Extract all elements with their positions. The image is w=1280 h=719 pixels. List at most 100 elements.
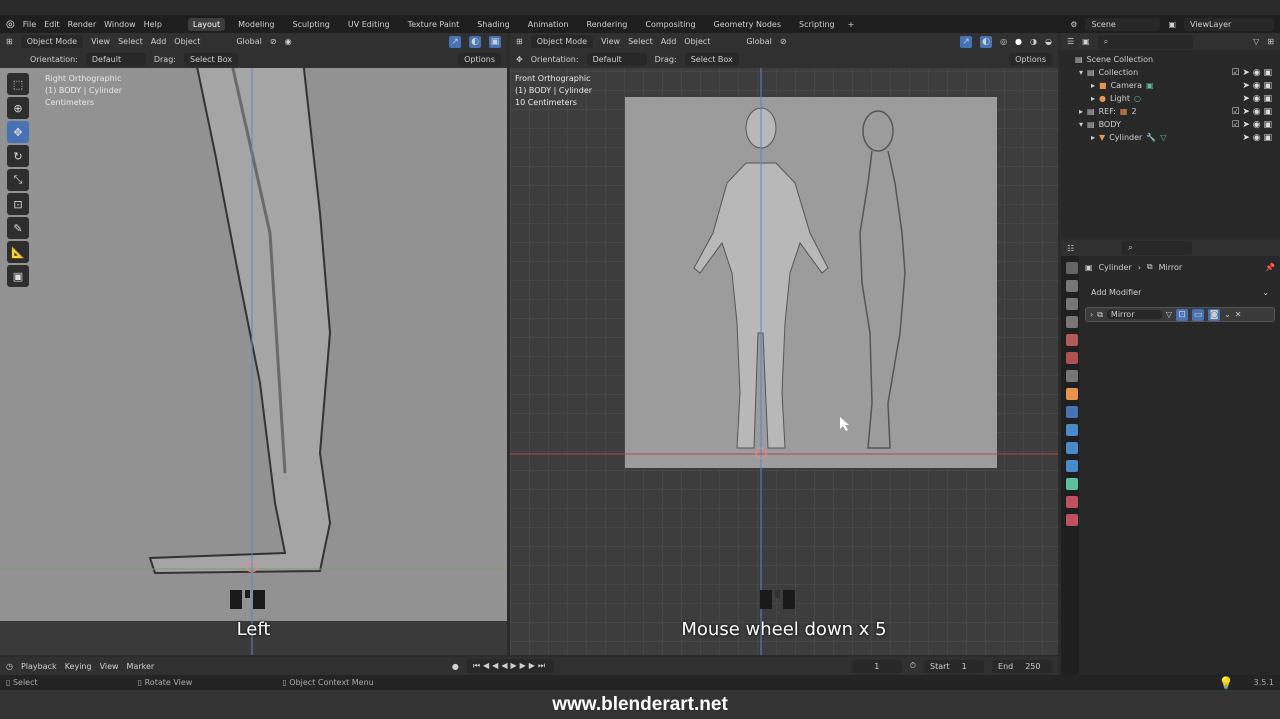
stopwatch-icon[interactable]: ⏱ <box>910 661 916 671</box>
record-icon[interactable]: ● <box>452 662 459 671</box>
visibility-controls[interactable]: ☑ ➤ ◉ ▣ <box>1231 107 1272 117</box>
scale-tool-icon[interactable]: ⤡ <box>7 169 29 191</box>
blender-logo-icon[interactable]: ◎ <box>6 19 15 30</box>
marker-menu[interactable]: Marker <box>127 662 155 671</box>
expand-chevron-icon[interactable]: › <box>1090 310 1093 319</box>
mesh-data-icon[interactable]: ▽ <box>1160 133 1166 142</box>
object-tab-icon[interactable] <box>1066 388 1078 400</box>
material-shading-icon[interactable]: ◑ <box>1030 37 1037 46</box>
tab-rendering[interactable]: Rendering <box>582 18 633 31</box>
select-box-tool-icon[interactable]: ⬚ <box>7 73 29 95</box>
editor-type-icon[interactable]: ◷ <box>6 662 13 671</box>
view-layer-tab-icon[interactable] <box>1066 316 1078 328</box>
display-mode-icon[interactable]: ☰ <box>1067 37 1074 46</box>
menu-render[interactable]: Render <box>68 20 96 29</box>
start-frame-input[interactable]: Start 1 <box>924 659 985 673</box>
menu-object[interactable]: Object <box>174 37 200 46</box>
world-tab-icon[interactable] <box>1066 352 1078 364</box>
menu-select[interactable]: Select <box>628 37 653 46</box>
tab-shading[interactable]: Shading <box>472 18 515 31</box>
visibility-controls[interactable]: ☑ ➤ ◉ ▣ <box>1231 68 1272 78</box>
current-frame-input[interactable]: 1 <box>851 659 902 673</box>
editor-type-icon[interactable]: ⊞ <box>6 37 13 46</box>
options-dropdown[interactable]: Options <box>458 52 501 66</box>
constraints-tab-icon[interactable] <box>1066 460 1078 472</box>
menu-view[interactable]: View <box>91 37 110 46</box>
visibility-controls[interactable]: ➤ ◉ ▣ <box>1242 81 1272 91</box>
tab-uv-editing[interactable]: UV Editing <box>343 18 395 31</box>
overlay-toggle-icon[interactable]: ◐ <box>980 35 993 48</box>
properties-search-input[interactable]: ⌕ <box>1122 241 1193 255</box>
right-viewport[interactable]: ⊞ Object Mode View Select Add Object Glo… <box>510 33 1058 655</box>
outliner-item-camera[interactable]: ▸ ■ Camera ▣ ➤ ◉ ▣ <box>1075 79 1280 92</box>
move-view-icon[interactable]: ✥ <box>516 55 523 64</box>
pin-icon[interactable]: 📌 <box>1265 263 1275 272</box>
rotate-tool-icon[interactable]: ↻ <box>7 145 29 167</box>
options-dropdown[interactable]: Options <box>1009 52 1052 66</box>
new-collection-icon[interactable]: ⊞ <box>1267 37 1274 46</box>
snap-icon[interactable]: ⊘ <box>270 37 277 46</box>
left-viewport[interactable]: ⊞ Object Mode View Select Add Object Glo… <box>0 33 507 655</box>
material-tab-icon[interactable] <box>1066 496 1078 508</box>
visibility-controls[interactable]: ➤ ◉ ▣ <box>1242 133 1272 143</box>
viewport-toggle-icon[interactable]: ▭ <box>1192 308 1205 321</box>
transform-orientation-dropdown[interactable]: Global <box>236 37 262 46</box>
filter-view-icon[interactable]: ▣ <box>1082 37 1090 46</box>
rendered-shading-icon[interactable]: ◒ <box>1045 37 1052 46</box>
annotate-tool-icon[interactable]: ✎ <box>7 217 29 239</box>
orientation-dropdown[interactable]: Default <box>586 52 647 66</box>
menu-object[interactable]: Object <box>684 37 710 46</box>
view-layer-selector[interactable]: ViewLayer <box>1184 17 1274 31</box>
output-tab-icon[interactable] <box>1066 298 1078 310</box>
edit-mode-toggle-icon[interactable]: ▽ <box>1166 310 1172 319</box>
image-empty-icon[interactable]: ▦ <box>1120 107 1128 116</box>
menu-window[interactable]: Window <box>104 20 136 29</box>
visibility-controls[interactable]: ☑ ➤ ◉ ▣ <box>1231 120 1272 130</box>
outliner-item-collection[interactable]: ▾ ▤ Collection ☑ ➤ ◉ ▣ <box>1075 66 1280 79</box>
modifier-menu-chevron-icon[interactable]: ⌄ <box>1224 310 1231 319</box>
render-toggle-icon[interactable]: ◙ <box>1208 308 1221 321</box>
tab-geometry-nodes[interactable]: Geometry Nodes <box>709 18 786 31</box>
mirror-modifier-panel[interactable]: › ⧉ Mirror ▽ ⊡ ▭ ◙ ⌄ ✕ <box>1085 307 1275 322</box>
texture-tab-icon[interactable] <box>1066 514 1078 526</box>
orientation-dropdown[interactable]: Default <box>85 52 146 66</box>
transform-tool-icon[interactable]: ⊡ <box>7 193 29 215</box>
camera-data-icon[interactable]: ▣ <box>1146 81 1154 90</box>
tab-texture-paint[interactable]: Texture Paint <box>403 18 465 31</box>
transform-orientation-dropdown[interactable]: Global <box>746 37 772 46</box>
overlay-toggle-icon[interactable]: ◐ <box>469 35 481 48</box>
physics-tab-icon[interactable] <box>1066 442 1078 454</box>
menu-edit[interactable]: Edit <box>44 20 60 29</box>
outliner-root[interactable]: ▤ Scene Collection <box>1075 53 1280 66</box>
menu-view[interactable]: View <box>601 37 620 46</box>
gizmo-toggle-icon[interactable]: ↗ <box>960 35 973 48</box>
cage-toggle-icon[interactable]: ⊡ <box>1176 308 1189 321</box>
tab-layout[interactable]: Layout <box>187 17 226 31</box>
menu-file[interactable]: File <box>23 20 36 29</box>
filter-icon[interactable]: ▽ <box>1253 37 1259 46</box>
drag-dropdown[interactable]: Select Box <box>684 52 739 66</box>
outliner-search-input[interactable]: ⌕ <box>1097 34 1193 49</box>
editor-type-icon[interactable]: ☷ <box>1067 244 1074 253</box>
tab-compositing[interactable]: Compositing <box>640 18 700 31</box>
add-cube-tool-icon[interactable]: ▣ <box>7 265 29 287</box>
data-tab-icon[interactable] <box>1066 478 1078 490</box>
scene-tab-icon[interactable] <box>1066 334 1078 346</box>
playback-menu[interactable]: Playback <box>21 662 57 671</box>
keying-menu[interactable]: Keying <box>65 662 92 671</box>
editor-type-icon[interactable]: ⊞ <box>516 37 523 46</box>
end-frame-input[interactable]: End 250 <box>992 659 1053 673</box>
modifier-tab-icon[interactable] <box>1066 406 1078 418</box>
tab-sculpting[interactable]: Sculpting <box>288 18 335 31</box>
wireframe-shading-icon[interactable]: ◎ <box>1000 37 1007 46</box>
outliner-item-body[interactable]: ▾ ▤ BODY ☑ ➤ ◉ ▣ <box>1075 118 1280 131</box>
move-tool-icon[interactable]: ✥ <box>7 121 29 143</box>
light-data-icon[interactable]: ○ <box>1134 94 1141 103</box>
add-modifier-dropdown[interactable]: Add Modifier ⌄ <box>1085 286 1275 299</box>
modifier-wrench-icon[interactable]: 🔧 <box>1146 133 1156 142</box>
drag-dropdown[interactable]: Select Box <box>183 52 239 66</box>
cursor-tool-icon[interactable]: ⊕ <box>7 97 29 119</box>
playback-controls[interactable]: ⏮◀◀◀▶▶▶⏭ <box>466 659 555 673</box>
view-menu[interactable]: View <box>100 662 119 671</box>
snap-icon[interactable]: ⊘ <box>780 37 787 46</box>
